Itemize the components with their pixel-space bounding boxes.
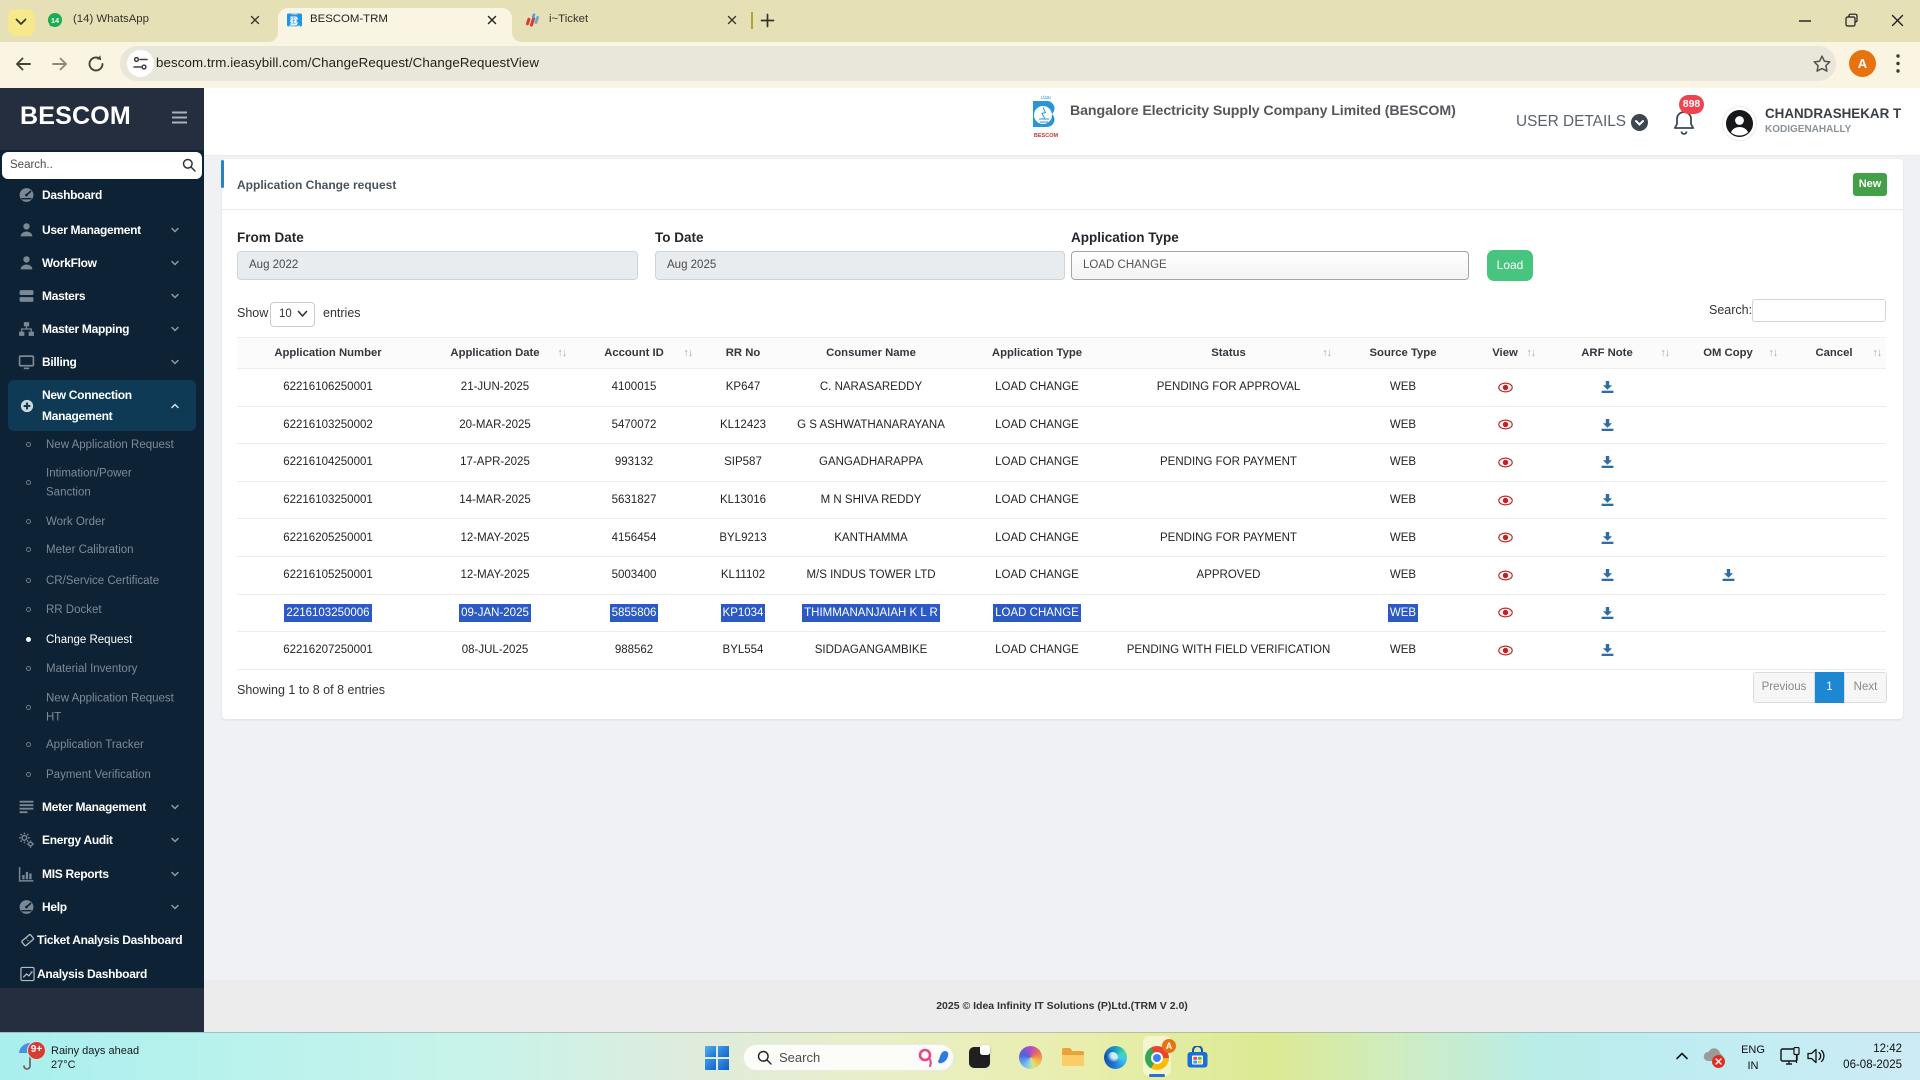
svg-text:ಬೆವಿಕಂ: ಬೆವಿಕಂ xyxy=(292,13,299,16)
svg-text:BESCOM: BESCOM xyxy=(1034,133,1059,138)
svg-text:ಬೆವಿಕಂ: ಬೆವಿಕಂ xyxy=(1041,95,1051,100)
svg-text:BESCOM: BESCOM xyxy=(289,24,300,28)
svg-text:14: 14 xyxy=(51,16,60,25)
